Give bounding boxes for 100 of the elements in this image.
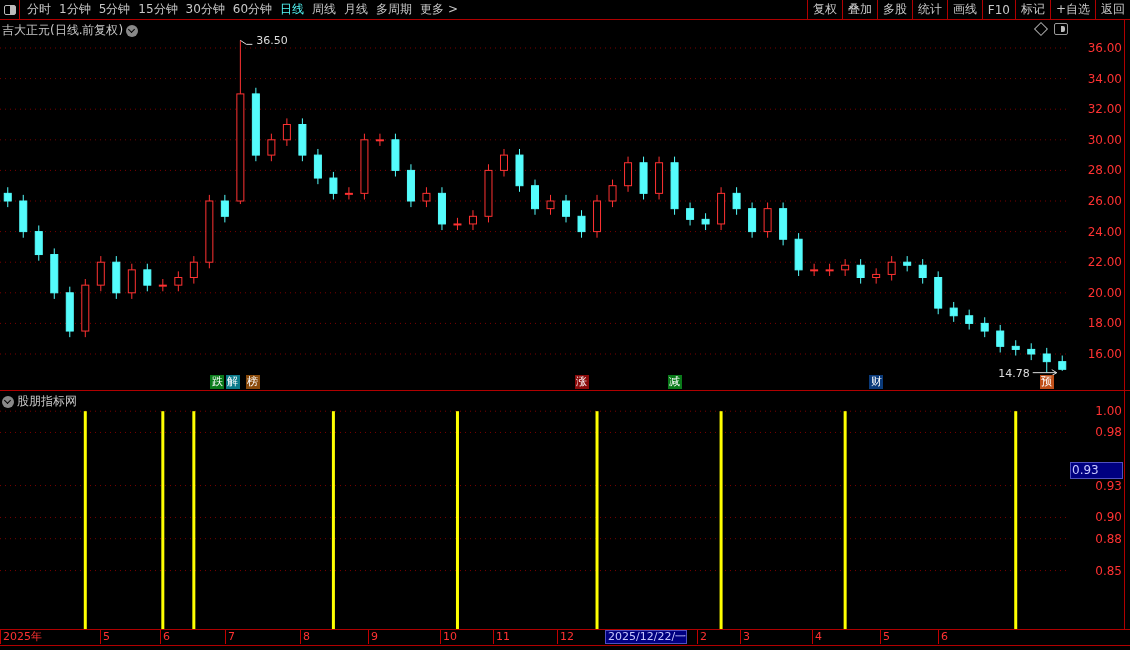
panel-toggle-icon[interactable]	[1054, 23, 1068, 35]
date-label: 2	[697, 630, 707, 644]
period-tab[interactable]: 5分钟	[98, 1, 131, 18]
date-label: 10	[440, 630, 457, 644]
leader-line	[239, 39, 253, 45]
chart-title: 吉大正元(日线.前复权)	[2, 22, 124, 39]
event-marker[interactable]: 解	[225, 375, 240, 389]
candle	[158, 278, 167, 292]
candle	[841, 258, 850, 277]
candle	[267, 133, 276, 162]
period-tab[interactable]: 日线	[280, 1, 305, 18]
candle	[1042, 347, 1051, 374]
axis-label: 28.00	[1087, 162, 1122, 179]
event-marker[interactable]: 减	[667, 375, 682, 389]
axis-label: 16.00	[1087, 346, 1122, 362]
candle	[670, 156, 679, 216]
candle	[34, 225, 43, 262]
period-tab[interactable]: 多周期	[376, 1, 413, 18]
candle	[593, 194, 602, 239]
date-label: 2025/12/22/一	[605, 630, 688, 644]
candle	[856, 258, 865, 285]
axis-label: 0.93	[1095, 477, 1122, 494]
event-marker[interactable]: 预	[1039, 375, 1054, 389]
candle	[996, 324, 1005, 353]
axis-label: 1.00	[1095, 403, 1122, 420]
candle	[686, 202, 695, 226]
axis-label: 30.00	[1087, 131, 1122, 148]
candle	[903, 255, 912, 272]
axis-label: 0.98	[1095, 424, 1122, 441]
candle	[918, 258, 927, 285]
event-marker[interactable]: 财	[869, 375, 884, 389]
candle	[763, 202, 772, 239]
period-tab[interactable]: 1分钟	[59, 1, 91, 18]
candle	[562, 194, 570, 223]
candle	[329, 171, 338, 200]
date-label: 2025年	[0, 630, 42, 644]
candle	[1027, 342, 1036, 361]
candle	[810, 263, 819, 277]
current-value-label: 0.93	[1070, 462, 1123, 479]
period-tab[interactable]: 更多 >	[420, 1, 458, 18]
candle	[779, 202, 788, 246]
candle	[980, 316, 989, 338]
candle	[406, 163, 415, 208]
axis-label: 22.00	[1087, 254, 1122, 271]
candle	[887, 255, 896, 282]
candle	[3, 186, 12, 208]
candle	[453, 217, 462, 231]
candle	[515, 148, 524, 193]
date-label: 11	[493, 630, 510, 644]
candle	[174, 270, 183, 292]
chevron-down-icon[interactable]	[2, 395, 14, 408]
candle	[127, 263, 136, 300]
candle	[546, 194, 555, 216]
period-tab[interactable]: 15分钟	[138, 1, 178, 18]
candle	[19, 194, 28, 239]
candle	[96, 255, 105, 292]
event-marker[interactable]: 榜	[245, 375, 260, 389]
candle	[375, 133, 384, 147]
period-tab[interactable]: 周线	[312, 1, 337, 18]
event-marker[interactable]: 跌	[210, 375, 225, 389]
candle	[639, 156, 648, 200]
candle	[344, 186, 353, 200]
date-label: 7	[225, 630, 235, 644]
axis-label: 0.85	[1095, 562, 1122, 579]
candle	[1011, 339, 1020, 357]
date-label: 12	[557, 630, 574, 644]
candle	[313, 148, 322, 185]
candle	[949, 301, 958, 323]
date-label: 8	[300, 630, 310, 644]
candle	[608, 179, 617, 208]
axis-label: 0.88	[1095, 530, 1122, 547]
date-label: 4	[812, 630, 822, 644]
candle	[624, 156, 633, 193]
candle	[391, 133, 400, 177]
event-marker[interactable]: 涨	[574, 375, 589, 389]
period-tab[interactable]: 30分钟	[185, 1, 225, 18]
candle	[1058, 355, 1067, 372]
candle	[965, 309, 974, 330]
date-label: 5	[880, 630, 890, 644]
candle	[468, 209, 477, 231]
candle	[189, 255, 198, 285]
period-tab[interactable]: 分时	[27, 1, 51, 18]
candle	[81, 278, 90, 338]
period-tab[interactable]: 月线	[344, 1, 369, 18]
axis-label: 34.00	[1087, 70, 1122, 87]
candle	[531, 179, 539, 216]
candle	[112, 255, 121, 300]
candle	[717, 186, 726, 231]
period-tab[interactable]: 60分钟	[232, 1, 273, 18]
candle	[500, 148, 508, 177]
candle	[794, 232, 803, 277]
chevron-down-icon[interactable]	[126, 24, 139, 37]
candle	[934, 270, 943, 315]
candle	[282, 117, 291, 147]
candle	[655, 156, 664, 200]
axis-label: 26.00	[1087, 193, 1122, 209]
axis-label: 24.00	[1087, 223, 1122, 240]
candle	[437, 186, 446, 231]
axis-label: 20.00	[1087, 284, 1122, 301]
price-label: 36.50	[256, 34, 288, 48]
